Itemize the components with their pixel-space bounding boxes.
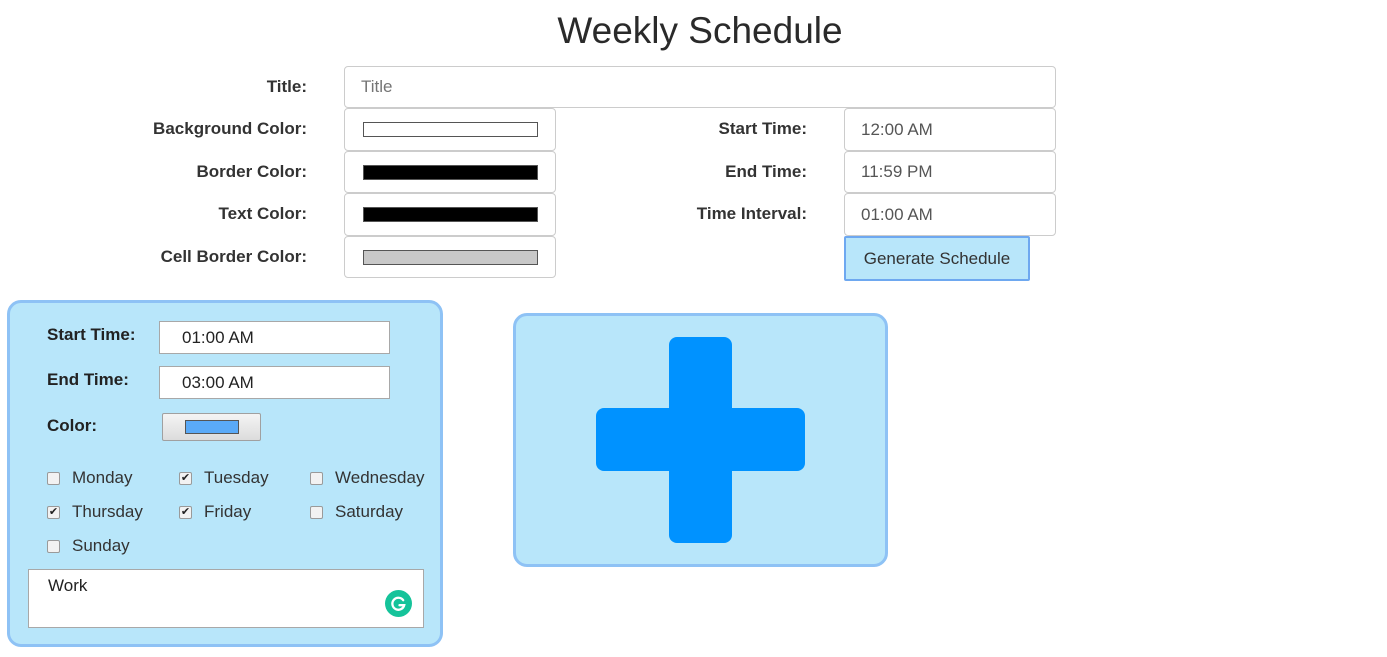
checkbox[interactable] — [310, 471, 323, 485]
border-color-swatch — [363, 164, 538, 180]
event-start-time-input[interactable]: 01:00 AM — [159, 321, 390, 354]
day-checkbox-tuesday[interactable]: ✔ Tuesday — [179, 468, 269, 488]
day-checkbox-wednesday[interactable]: Wednesday — [310, 468, 424, 488]
checkbox[interactable]: ✔ — [179, 505, 192, 519]
border-color-picker[interactable] — [344, 151, 556, 193]
background-color-picker[interactable] — [344, 108, 556, 151]
generate-schedule-button[interactable]: Generate Schedule — [844, 236, 1030, 281]
day-label: Wednesday — [335, 468, 425, 487]
background-color-swatch — [363, 122, 538, 137]
grammarly-icon[interactable] — [385, 590, 412, 617]
day-label: Sunday — [72, 536, 130, 555]
event-end-time-input[interactable]: 03:00 AM — [159, 366, 390, 399]
day-checkbox-monday[interactable]: Monday — [47, 468, 132, 488]
end-time-label: End Time: — [725, 162, 807, 181]
day-checkbox-sunday[interactable]: Sunday — [47, 536, 130, 556]
day-checkbox-thursday[interactable]: ✔ Thursday — [47, 502, 143, 522]
checkbox[interactable] — [47, 539, 60, 553]
event-notes-textarea[interactable]: Work — [28, 569, 424, 628]
add-event-button[interactable] — [513, 313, 888, 567]
event-end-time-label: End Time: — [47, 370, 129, 389]
text-color-swatch — [363, 207, 538, 222]
cell-border-color-label: Cell Border Color: — [160, 247, 307, 266]
event-color-swatch — [184, 420, 239, 434]
event-color-label: Color: — [47, 416, 98, 435]
event-start-time-label: Start Time: — [47, 325, 136, 344]
checkbox[interactable] — [47, 471, 60, 485]
day-label: Monday — [72, 468, 133, 487]
event-notes-text: Work — [48, 576, 88, 595]
time-interval-input[interactable]: 01:00 AM — [844, 193, 1056, 236]
title-input[interactable] — [344, 66, 1056, 108]
cell-border-color-picker[interactable] — [344, 236, 556, 278]
checkbox[interactable]: ✔ — [179, 471, 192, 485]
event-editor-card: Start Time: 01:00 AM End Time: 03:00 AM … — [7, 300, 443, 647]
background-color-label: Background Color: — [153, 119, 307, 138]
text-color-label: Text Color: — [218, 204, 307, 223]
time-interval-label: Time Interval: — [696, 204, 807, 223]
checkbox[interactable] — [310, 505, 323, 519]
cell-border-color-swatch — [363, 249, 538, 265]
day-checkbox-friday[interactable]: ✔ Friday — [179, 502, 251, 522]
start-time-input[interactable]: 12:00 AM — [844, 108, 1056, 151]
page-title: Weekly Schedule — [557, 10, 843, 51]
day-label: Tuesday — [204, 468, 269, 487]
end-time-input[interactable]: 11:59 PM — [844, 151, 1056, 193]
checkbox[interactable]: ✔ — [47, 505, 60, 519]
day-label: Saturday — [335, 502, 404, 521]
day-label: Friday — [204, 502, 252, 521]
title-label: Title: — [266, 77, 307, 96]
day-checkbox-saturday[interactable]: Saturday — [310, 502, 403, 522]
border-color-label: Border Color: — [196, 162, 308, 181]
text-color-picker[interactable] — [344, 193, 556, 236]
start-time-label: Start Time: — [718, 119, 808, 138]
grammarly-g-icon — [391, 596, 406, 611]
day-label: Thursday — [72, 502, 143, 521]
event-color-picker[interactable] — [162, 413, 261, 441]
